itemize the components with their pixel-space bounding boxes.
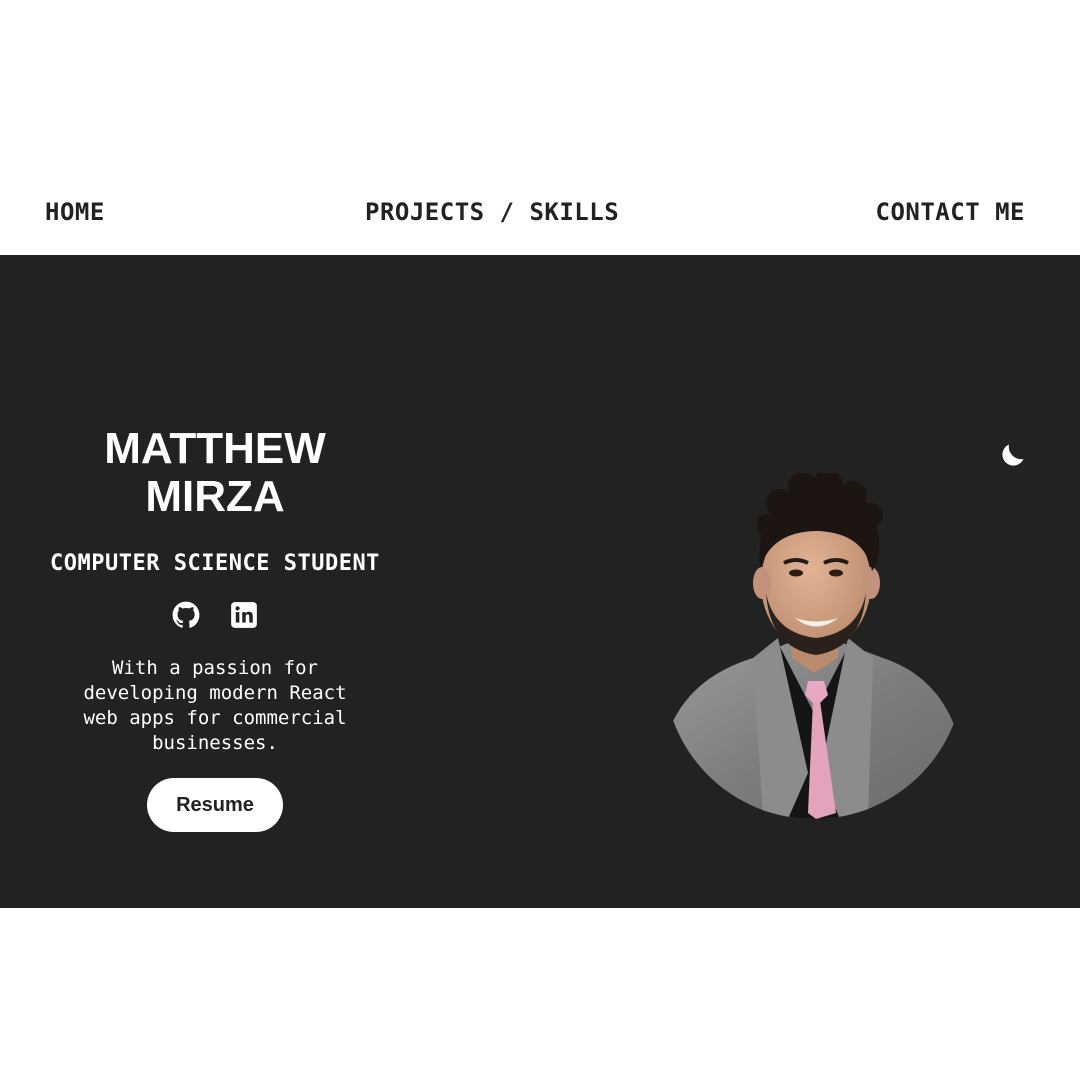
bio-text: With a passion for developing modern Rea… [83, 657, 347, 754]
person-name: MATTHEW MIRZA [104, 424, 326, 521]
top-nav: HOME PROJECTS / SKILLS CONTACT ME [0, 0, 1080, 255]
social-links [30, 600, 400, 630]
profile-photo [668, 473, 960, 819]
moon-icon[interactable] [998, 440, 1028, 470]
hero-section: MATTHEW MIRZA COMPUTER SCIENCE STUDENT W… [0, 255, 1080, 908]
nav-projects-skills-link[interactable]: PROJECTS / SKILLS [365, 198, 619, 226]
resume-button[interactable]: Resume [147, 778, 283, 832]
linkedin-icon[interactable] [230, 601, 258, 629]
profile-portrait [668, 473, 960, 819]
role-title: COMPUTER SCIENCE STUDENT [50, 551, 380, 576]
nav-home-link[interactable]: HOME [45, 198, 105, 226]
nav-contact-link[interactable]: CONTACT ME [876, 198, 1026, 226]
github-icon[interactable] [172, 601, 200, 629]
intro-block: MATTHEW MIRZA COMPUTER SCIENCE STUDENT W… [30, 425, 400, 832]
